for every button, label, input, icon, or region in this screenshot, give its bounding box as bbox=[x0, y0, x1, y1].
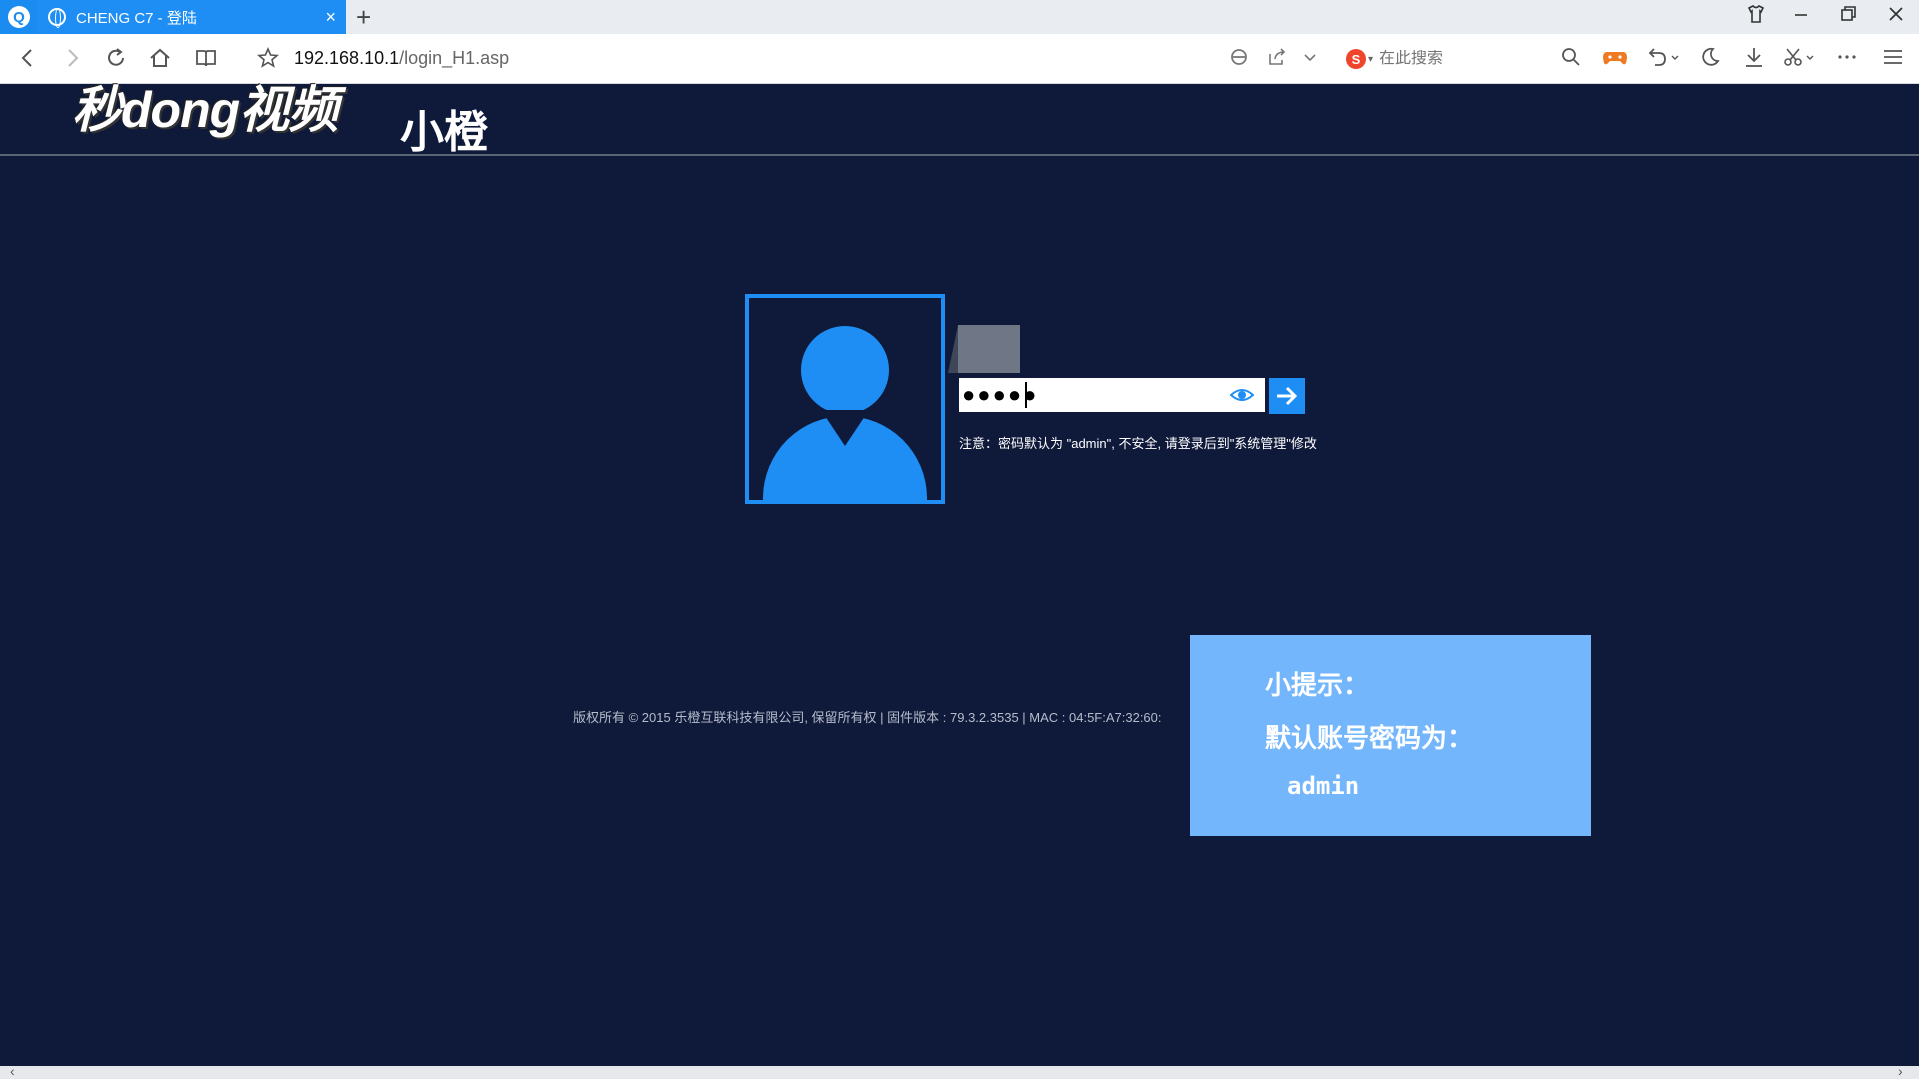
search-box[interactable]: S ▾ bbox=[1346, 42, 1586, 76]
url-field[interactable]: 192.168.10.1/login_H1.asp bbox=[294, 48, 509, 69]
browser-logo-icon[interactable]: Q bbox=[0, 0, 38, 34]
text-cursor bbox=[1025, 382, 1027, 408]
scroll-right-icon[interactable]: › bbox=[1898, 1063, 1903, 1079]
search-icon[interactable] bbox=[1561, 46, 1581, 74]
close-window-icon[interactable] bbox=[1887, 4, 1905, 29]
download-icon[interactable] bbox=[1743, 46, 1765, 74]
screenshot-scissors-icon[interactable] bbox=[1783, 46, 1817, 74]
tab-title: CHENG C7 - 登陆 bbox=[76, 9, 197, 27]
night-mode-icon[interactable] bbox=[1699, 46, 1721, 74]
skin-icon[interactable] bbox=[1746, 4, 1766, 29]
tip-password-value: admin bbox=[1287, 772, 1360, 800]
horizontal-scrollbar[interactable]: ‹ › bbox=[0, 1063, 1919, 1079]
search-engine-logo-icon[interactable]: S bbox=[1346, 49, 1366, 69]
arrow-right-icon bbox=[1277, 386, 1298, 406]
new-tab-button[interactable]: + bbox=[356, 2, 371, 33]
username-placeholder-block bbox=[958, 325, 1020, 373]
user-avatar bbox=[745, 294, 945, 504]
active-tab[interactable]: CHENG C7 - 登陆 × bbox=[38, 0, 346, 34]
tab-close-icon[interactable]: × bbox=[325, 7, 336, 28]
globe-icon bbox=[48, 8, 66, 28]
login-submit-button[interactable] bbox=[1269, 378, 1305, 414]
share-icon[interactable] bbox=[1266, 46, 1288, 74]
password-note: 注意：密码默认为 "admin", 不安全, 请登录后到"系统管理"修改 bbox=[959, 436, 1317, 451]
tip-text: 默认账号密码为： bbox=[1265, 723, 1474, 753]
footer-copyright: 版权所有 © 2015 乐橙互联科技有限公司, 保留所有权 | 固件版本 : 7… bbox=[573, 710, 1162, 725]
search-engine-caret-icon[interactable]: ▾ bbox=[1368, 54, 1373, 65]
scroll-left-icon[interactable]: ‹ bbox=[10, 1063, 15, 1079]
menu-icon[interactable] bbox=[1882, 46, 1904, 74]
minimize-icon[interactable] bbox=[1793, 4, 1809, 29]
back-icon[interactable] bbox=[18, 46, 38, 76]
url-host: 192.168.10.1 bbox=[294, 48, 400, 68]
game-controller-icon[interactable] bbox=[1602, 46, 1628, 74]
brand-logo: 小橙 bbox=[400, 108, 488, 157]
tip-title: 小提示： bbox=[1265, 670, 1370, 700]
avatar-head bbox=[801, 326, 889, 414]
tip-overlay: 小提示： 默认账号密码为： admin bbox=[1190, 635, 1591, 836]
url-path: /login_H1.asp bbox=[399, 48, 510, 68]
chevron-down-icon[interactable] bbox=[1302, 46, 1318, 74]
ie-mode-icon[interactable] bbox=[1228, 46, 1250, 74]
show-password-eye-icon[interactable] bbox=[1229, 386, 1255, 404]
search-input[interactable] bbox=[1379, 50, 1540, 68]
undo-icon[interactable] bbox=[1645, 46, 1681, 74]
more-icon[interactable] bbox=[1836, 46, 1858, 74]
video-watermark: 秒dong视频 bbox=[72, 82, 338, 138]
browser-tab-bar: Q CHENG C7 - 登陆 × + bbox=[0, 0, 1919, 34]
restore-icon[interactable] bbox=[1840, 4, 1858, 29]
